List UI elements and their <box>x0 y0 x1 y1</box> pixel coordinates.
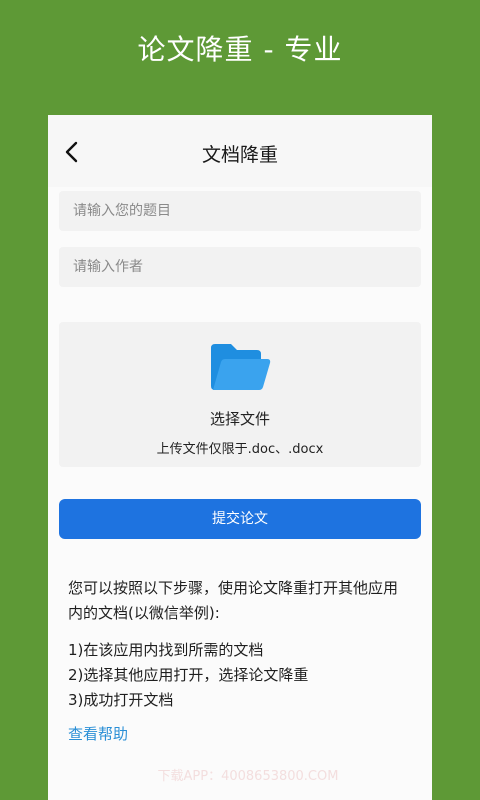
app-banner-title: 论文降重 - 专业 <box>137 33 343 66</box>
choose-file-label: 选择文件 <box>209 410 270 428</box>
folder-open-icon <box>207 342 273 394</box>
instruction-step: 3)成功打开文档 <box>68 691 174 709</box>
file-type-hint: 上传文件仅限于.doc、.docx <box>156 442 324 457</box>
instructions: 您可以按照以下步骤，使用论文降重打开其他应用内的文档(以微信举例): 1)在该应… <box>68 576 408 713</box>
author-input[interactable]: 请输入作者 <box>59 247 421 287</box>
file-picker[interactable]: 选择文件 上传文件仅限于.doc、.docx <box>59 322 421 467</box>
submit-paper-button[interactable]: 提交论文 <box>59 499 421 539</box>
phone-screen: 文档降重 请输入您的题目 请输入作者 选择文件 上传文件仅限于.doc、.doc… <box>48 115 432 800</box>
title-input[interactable]: 请输入您的题目 <box>59 191 421 231</box>
document-form: 请输入您的题目 请输入作者 选择文件 上传文件仅限于.doc、.docx 提交论… <box>48 187 432 800</box>
instruction-step: 1)在该应用内找到所需的文档 <box>68 641 264 659</box>
instructions-intro: 您可以按照以下步骤，使用论文降重打开其他应用内的文档(以微信举例): <box>68 579 399 622</box>
page-title: 文档降重 <box>201 144 278 166</box>
watermark: 下载APP：4008653800.COM <box>157 769 339 784</box>
view-help-link[interactable]: 查看帮助 <box>68 723 128 744</box>
instruction-step: 2)选择其他应用打开，选择论文降重 <box>68 666 309 684</box>
navigation-bar: 文档降重 <box>48 115 432 187</box>
